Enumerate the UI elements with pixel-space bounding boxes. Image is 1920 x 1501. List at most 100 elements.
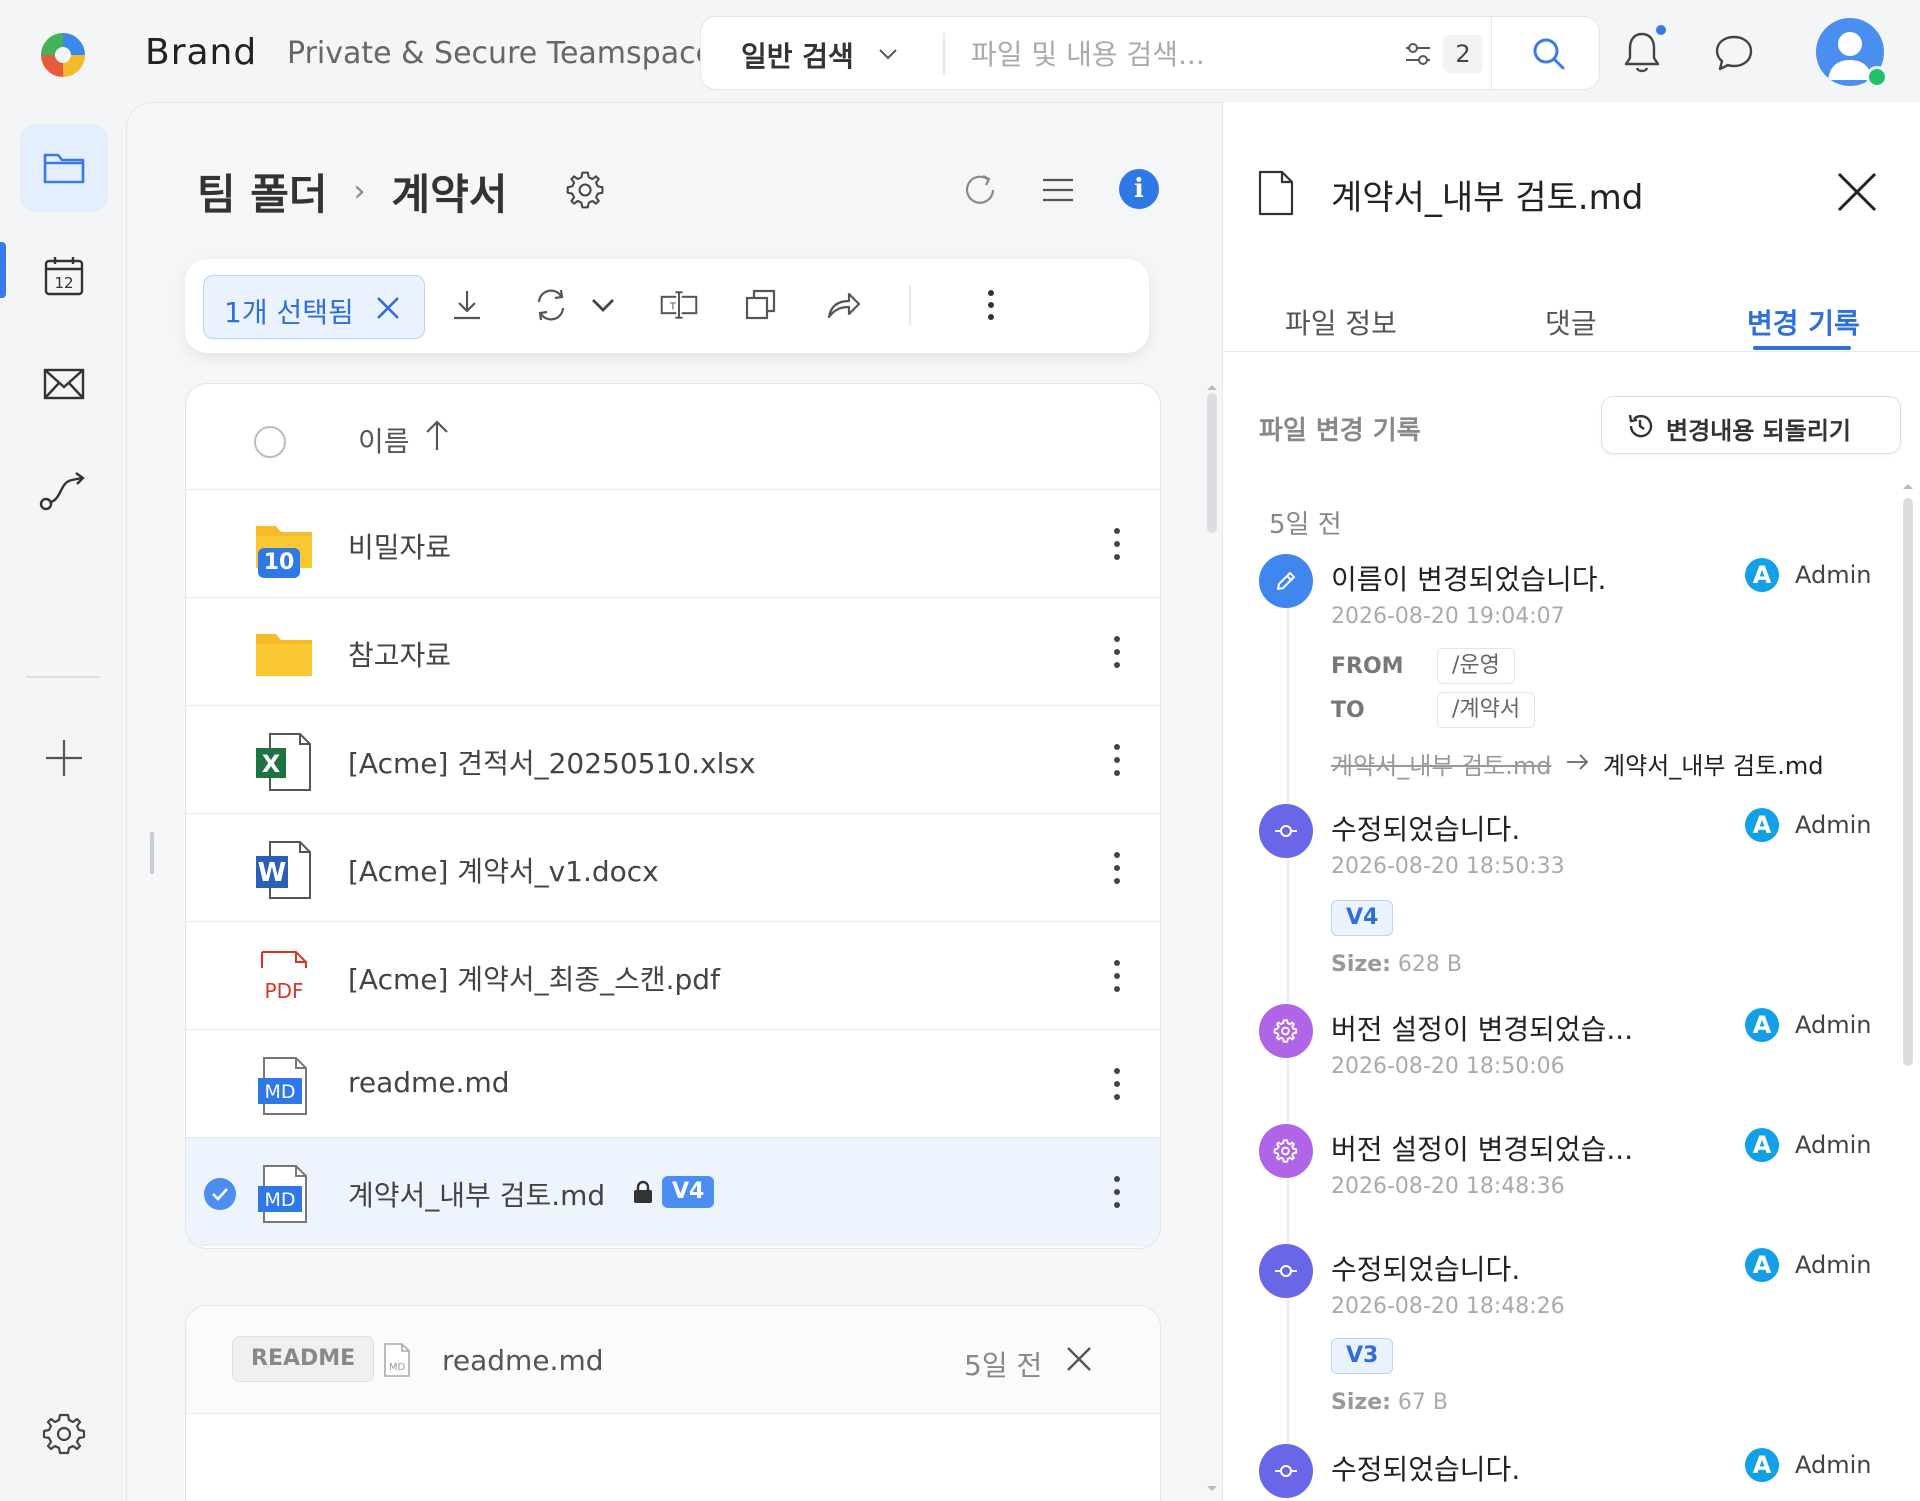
select-all-checkbox[interactable]	[254, 426, 286, 458]
selection-chip[interactable]: 1개 선택됨	[203, 275, 425, 339]
history-event-title: 수정되었습니다.	[1331, 1453, 1521, 1486]
mail-icon	[43, 368, 85, 400]
rail-item-workflow[interactable]	[20, 448, 108, 536]
rail-item-calendar[interactable]: 12	[20, 232, 108, 320]
history-event-title: 이름이 변경되었습니다.	[1331, 563, 1607, 596]
folder-icon	[43, 153, 85, 184]
filter-sliders-icon[interactable]	[1401, 37, 1435, 71]
info-icon[interactable]: i	[1119, 169, 1159, 209]
row-more-vertical-icon[interactable]	[1112, 1066, 1122, 1102]
version-badge: V4	[662, 1176, 715, 1208]
markdown-file-icon: MD	[384, 1343, 410, 1377]
file-name: [Acme] 계약서_v1.docx	[348, 855, 659, 888]
arrow-right-icon	[1567, 754, 1589, 770]
folder-count-badge: 10	[258, 548, 300, 578]
file-row-folder[interactable]: 10 비밀자료	[186, 490, 1160, 598]
edit-event-dot	[1259, 1244, 1313, 1298]
search-icon[interactable]	[1529, 34, 1569, 74]
sort-ascending-arrow-icon[interactable]	[422, 418, 452, 454]
tab-file-info[interactable]: 파일 정보	[1285, 302, 1397, 342]
rail-add-button[interactable]	[20, 714, 108, 802]
readme-file-name[interactable]: readme.md	[442, 1344, 604, 1377]
scroll-down-arrow-icon[interactable]	[1205, 1485, 1219, 1493]
history-event-title: 수정되었습니다.	[1331, 1253, 1521, 1286]
breadcrumb-separator: ›	[353, 174, 366, 209]
from-label: FROM	[1331, 654, 1404, 679]
brand-logo-icon[interactable]	[38, 30, 88, 80]
row-more-vertical-icon[interactable]	[1112, 850, 1122, 886]
revert-changes-label: 변경내용 되돌리기	[1666, 417, 1851, 445]
file-row-word[interactable]: W [Acme] 계약서_v1.docx	[186, 814, 1160, 922]
close-icon[interactable]	[1835, 170, 1879, 214]
list-view-menu-icon[interactable]	[1041, 173, 1075, 207]
excel-type-label: X	[262, 750, 281, 778]
revert-changes-button[interactable]: 변경내용 되돌리기	[1601, 396, 1901, 454]
search-mode-select[interactable]: 일반 검색	[741, 35, 854, 75]
scroll-up-arrow-icon[interactable]	[1901, 482, 1915, 490]
tab-history[interactable]: 변경 기록	[1747, 302, 1860, 342]
row-more-vertical-icon[interactable]	[1112, 958, 1122, 994]
file-row-markdown-selected[interactable]: MD 계약서_내부 검토.md V4	[186, 1138, 1160, 1246]
sync-icon[interactable]	[531, 285, 571, 325]
rail-item-files[interactable]	[20, 124, 108, 212]
folder-settings-gear-icon[interactable]	[565, 169, 607, 211]
refresh-icon[interactable]	[961, 171, 999, 209]
chevron-down-icon[interactable]	[873, 39, 903, 69]
scroll-up-arrow-icon[interactable]	[1205, 383, 1219, 391]
history-event-user: A Admin	[1745, 1008, 1872, 1042]
version-chip[interactable]: V4	[1331, 900, 1394, 936]
rename-icon[interactable]: T	[659, 285, 699, 325]
rail-settings-button[interactable]	[20, 1390, 108, 1478]
setting-event-dot	[1259, 1004, 1313, 1058]
chat-bubble-icon[interactable]	[1713, 32, 1755, 74]
excel-file-icon: X	[256, 733, 311, 791]
version-chip[interactable]: V3	[1331, 1338, 1394, 1374]
rail-item-mail[interactable]	[20, 340, 108, 428]
filter-count-badge[interactable]: 2	[1443, 35, 1483, 73]
edit-event-dot	[1259, 804, 1313, 858]
copy-icon[interactable]	[741, 285, 781, 325]
tab-comments[interactable]: 댓글	[1545, 302, 1597, 342]
top-bar: Brand Private & Secure Teamspace 일반 검색 2	[0, 0, 1920, 104]
history-event-time: 2026-08-20 18:48:36	[1331, 1174, 1565, 1199]
row-more-vertical-icon[interactable]	[1112, 742, 1122, 778]
history-event-user: A Admin	[1745, 1128, 1872, 1162]
rail-divider	[26, 676, 100, 678]
chevron-down-icon[interactable]	[583, 285, 623, 325]
more-vertical-icon[interactable]	[971, 285, 1011, 325]
clear-selection-close-icon[interactable]	[372, 292, 404, 324]
history-event-user: A Admin	[1745, 1448, 1872, 1482]
rail-active-indicator	[0, 242, 6, 298]
row-checked-icon[interactable]	[204, 1178, 236, 1210]
breadcrumb-root[interactable]: 팀 폴더	[197, 161, 328, 222]
column-name-label[interactable]: 이름	[358, 420, 410, 460]
file-row-pdf[interactable]: PDF [Acme] 계약서_최종_스캔.pdf	[186, 922, 1160, 1030]
pdf-type-label: PDF	[265, 979, 304, 1003]
commit-icon	[1275, 825, 1297, 837]
history-event-time: 2026-08-20 18:48:26	[1331, 1294, 1565, 1319]
file-row-markdown[interactable]: MD readme.md	[186, 1030, 1160, 1138]
search-divider	[943, 33, 945, 75]
toolbar-divider	[909, 285, 911, 325]
file-row-excel[interactable]: X [Acme] 견적서_20250510.xlsx	[186, 706, 1160, 814]
search-input[interactable]	[971, 31, 1391, 77]
history-revert-icon	[1628, 414, 1653, 438]
panel-scrollbar-thumb[interactable]	[1903, 498, 1913, 1066]
user-initial-avatar: A	[1745, 808, 1779, 842]
close-readme-icon[interactable]	[1064, 1344, 1094, 1374]
download-icon[interactable]	[447, 285, 487, 325]
file-name: 계약서_내부 검토.md	[348, 1179, 606, 1212]
file-name: [Acme] 계약서_최종_스캔.pdf	[348, 963, 720, 996]
from-path: /운영	[1437, 648, 1515, 684]
file-row-folder[interactable]: 참고자료	[186, 598, 1160, 706]
left-rail: 12	[0, 104, 126, 1501]
row-more-vertical-icon[interactable]	[1112, 634, 1122, 670]
panel-file-title: 계약서_내부 검토.md	[1331, 178, 1644, 218]
row-more-vertical-icon[interactable]	[1112, 1174, 1122, 1210]
readme-preview: README MD readme.md 5일 전	[185, 1305, 1161, 1501]
row-more-vertical-icon[interactable]	[1112, 526, 1122, 562]
share-forward-icon[interactable]	[823, 285, 863, 325]
panel-resize-handle[interactable]	[150, 832, 154, 874]
main-scrollbar-thumb[interactable]	[1207, 393, 1217, 533]
calendar-icon: 12	[44, 257, 84, 296]
